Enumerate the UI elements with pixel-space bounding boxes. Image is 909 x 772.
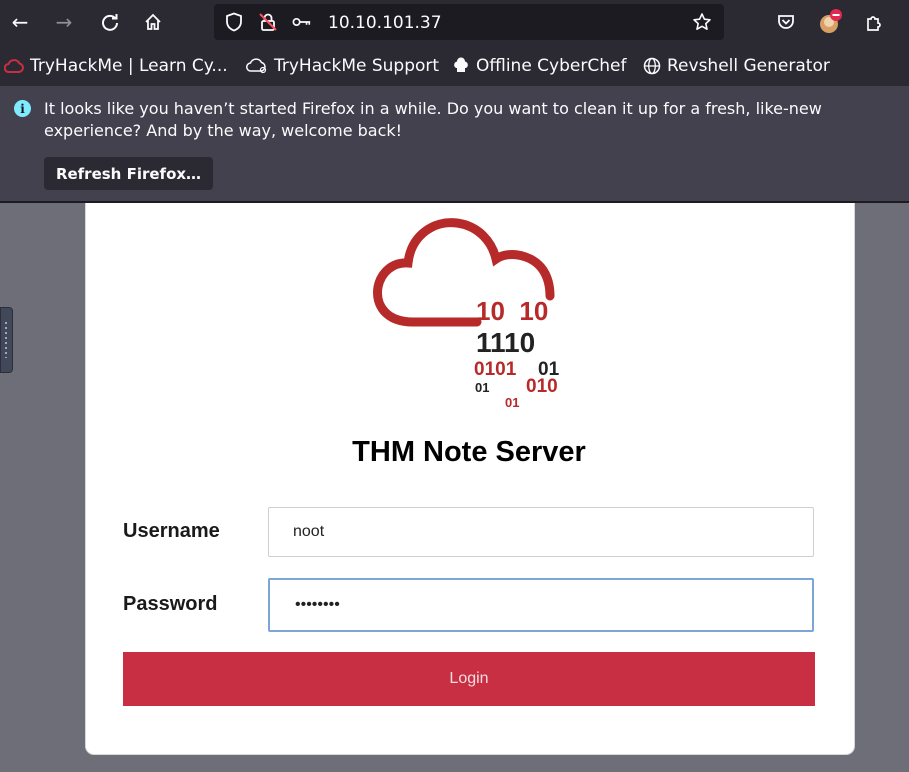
- bookmark-star-icon[interactable]: [692, 12, 712, 32]
- shield-icon[interactable]: [224, 12, 244, 32]
- logo-digits-row1: 10 10: [476, 296, 548, 326]
- key-icon[interactable]: [292, 12, 312, 32]
- extensions-puzzle-icon[interactable]: [860, 8, 888, 36]
- info-icon: i: [14, 100, 31, 117]
- notification-message: It looks like you haven’t started Firefo…: [44, 99, 822, 140]
- extension-avatar-icon[interactable]: [816, 8, 844, 36]
- reload-icon[interactable]: [96, 8, 124, 36]
- back-arrow-icon[interactable]: ←: [6, 8, 34, 36]
- sidebar-handle[interactable]: [0, 307, 13, 373]
- bookmarks-toolbar: TryHackMe | Learn Cy... TryHackMe Suppor…: [0, 46, 909, 86]
- logo-digits-row4-right: 010: [526, 376, 558, 397]
- insecure-lock-icon[interactable]: [258, 12, 278, 32]
- forward-arrow-icon[interactable]: →: [50, 8, 78, 36]
- tryhackme-cloud-icon: [4, 59, 24, 73]
- refresh-firefox-button[interactable]: Refresh Firefox…: [44, 157, 213, 190]
- password-input[interactable]: [268, 578, 814, 632]
- logo-digits-row3-left: 0101: [474, 359, 517, 380]
- url-text[interactable]: 10.10.101.37: [328, 13, 442, 33]
- username-label: Username: [123, 520, 220, 542]
- pocket-icon[interactable]: [772, 8, 800, 36]
- bookmark-offline-cyberchef[interactable]: Offline CyberChef: [452, 55, 626, 77]
- cloud-support-icon: [246, 58, 267, 74]
- bookmark-tryhackme-support[interactable]: TryHackMe Support: [246, 55, 439, 77]
- username-input[interactable]: [268, 507, 814, 557]
- thm-cloud-logo: 10 10 1110 0101 01 01 010 01: [373, 218, 560, 410]
- chef-hat-icon: [454, 57, 468, 72]
- address-bar[interactable]: 10.10.101.37: [214, 4, 724, 40]
- login-button[interactable]: Login: [123, 652, 815, 706]
- logo-digits-row4-left: 01: [475, 380, 489, 395]
- logo-digits-row5: 01: [505, 395, 519, 410]
- home-icon[interactable]: [139, 8, 167, 36]
- password-label: Password: [123, 593, 218, 615]
- logo-digits-row2: 1110: [476, 327, 535, 358]
- grip-dots-icon: [5, 322, 7, 358]
- browser-toolbar: ← → 10.10.101.37: [0, 0, 909, 46]
- page-title: THM Note Server: [352, 436, 586, 468]
- bookmark-revshell-generator[interactable]: Revshell Generator: [643, 55, 830, 77]
- bookmark-tryhackme[interactable]: TryHackMe | Learn Cy...: [4, 55, 228, 77]
- globe-icon: [643, 57, 661, 75]
